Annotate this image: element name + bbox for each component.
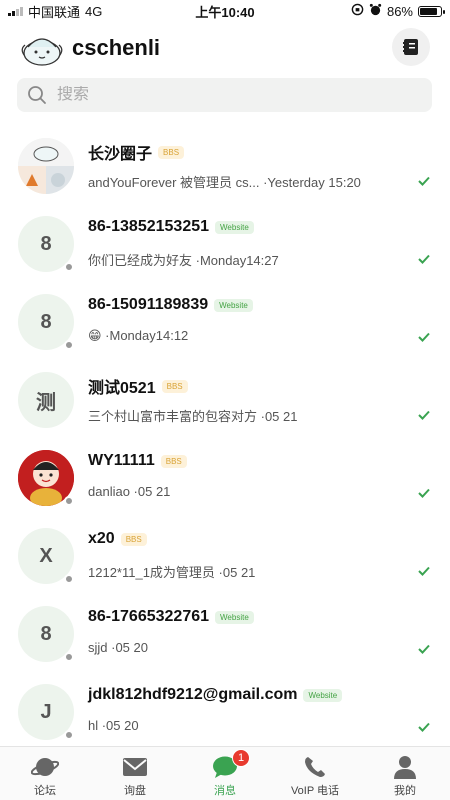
battery-icon xyxy=(418,5,445,17)
conversation-title: 86-15091189839 xyxy=(88,296,209,313)
read-check-icon xyxy=(418,566,430,576)
source-tag: Website xyxy=(215,220,254,234)
read-check-icon xyxy=(418,410,430,420)
presence-dot xyxy=(64,730,74,740)
app-header: cschenli xyxy=(0,24,450,72)
read-check-icon xyxy=(418,254,430,264)
conversation-title: 测试0521 xyxy=(88,380,156,397)
person-icon xyxy=(394,756,416,779)
conversation-item[interactable]: 测 测试0521 BBS 三个村山富市丰富的包容对方 ·05 21 xyxy=(0,360,450,438)
status-bar: 中国联通 4G 上午10:40 86% xyxy=(0,0,450,22)
tab-profile[interactable]: 我的 xyxy=(360,747,450,800)
read-check-icon xyxy=(418,722,430,732)
tab-label: 论坛 xyxy=(34,785,56,797)
presence-dot xyxy=(64,574,74,584)
conversation-preview: andYouForever 被管理员 cs... ·Yesterday 15:2… xyxy=(88,175,361,190)
conversation-item[interactable]: WY11111 BBS danliao ·05 21 xyxy=(0,438,450,516)
tab-label: VoIP 电话 xyxy=(290,785,340,797)
letter-avatar: 测 xyxy=(18,372,74,428)
tab-label: 我的 xyxy=(394,785,416,797)
group-avatar-image xyxy=(18,138,74,194)
conversation-item[interactable]: 长沙圈子 BBS andYouForever 被管理员 cs... ·Yeste… xyxy=(0,126,450,204)
conversation-name: 86-17665322761 Website xyxy=(88,608,254,626)
status-left: 中国联通 4G xyxy=(8,2,102,21)
battery-percent: 86% xyxy=(386,3,413,19)
network-label: 4G xyxy=(85,3,103,19)
group-avatar xyxy=(18,138,74,194)
conversation-preview: 三个村山富市丰富的包容对方 ·05 21 xyxy=(88,409,298,424)
tab-label: 询盘 xyxy=(124,785,146,797)
page-title: cschenli xyxy=(72,35,161,60)
phone-icon xyxy=(305,757,325,777)
read-check-icon xyxy=(418,644,430,654)
search-icon xyxy=(28,86,46,104)
bottom-tab-bar: 论坛 询盘 1 消息 VoIP 电话 我的 xyxy=(0,746,450,800)
mascot-logo-icon xyxy=(21,38,63,66)
conversation-name: 86-15091189839 Website xyxy=(88,296,253,314)
tab-inquiry[interactable]: 询盘 xyxy=(90,747,180,800)
conversation-title: WY11111 xyxy=(88,452,155,469)
conversation-item[interactable]: J jdkl812hdf9212@gmail.com Website hl ·0… xyxy=(0,672,450,746)
conversation-name: 长沙圈子 BBS xyxy=(88,140,185,164)
conversation-name: 86-13852153251 Website xyxy=(88,218,254,236)
read-check-icon xyxy=(418,176,430,186)
conversation-name: WY11111 BBS xyxy=(88,452,187,470)
conversation-title: jdkl812hdf9212@gmail.com xyxy=(88,686,298,703)
conversation-item[interactable]: X x20 BBS 1212*11_1成为管理员 ·05 21 xyxy=(0,516,450,594)
conversation-title: 86-17665322761 xyxy=(88,608,210,625)
carrier-label: 中国联通 xyxy=(28,4,81,20)
conversation-name: x20 BBS xyxy=(88,530,147,548)
read-check-icon xyxy=(418,332,430,342)
status-right: 86% xyxy=(351,3,445,19)
tab-forum[interactable]: 论坛 xyxy=(0,747,90,800)
presence-dot xyxy=(64,652,74,662)
source-tag: BBS xyxy=(161,379,188,393)
alarm-icon xyxy=(369,3,382,19)
conversation-title: 86-13852153251 xyxy=(88,218,210,235)
source-tag: BBS xyxy=(160,454,187,468)
search-bar[interactable] xyxy=(17,78,432,112)
tab-voip[interactable]: VoIP 电话 xyxy=(270,747,360,800)
conversation-name: jdkl812hdf9212@gmail.com Website xyxy=(88,686,343,704)
conversation-preview: 😁 ·Monday14:12 xyxy=(88,328,189,343)
source-tag: Website xyxy=(214,298,253,312)
mail-icon xyxy=(123,758,147,776)
orientation-lock-icon xyxy=(351,3,364,19)
presence-dot xyxy=(64,496,74,506)
conversation-preview: hl ·05 20 xyxy=(88,718,139,733)
read-check-icon xyxy=(418,488,430,498)
conversation-preview: 你们已经成为好友 ·Monday14:27 xyxy=(88,253,279,268)
source-tag: Website xyxy=(215,610,254,624)
conversation-preview: 1212*11_1成为管理员 ·05 21 xyxy=(88,565,256,580)
conversation-preview: danliao ·05 21 xyxy=(88,484,171,499)
contacts-button[interactable] xyxy=(392,28,430,66)
source-tag: Website xyxy=(303,688,343,702)
conversation-list[interactable]: 长沙圈子 BBS andYouForever 被管理员 cs... ·Yeste… xyxy=(0,126,450,746)
presence-dot xyxy=(64,340,74,350)
planet-icon xyxy=(31,758,59,776)
tab-messages[interactable]: 1 消息 xyxy=(180,747,270,800)
conversation-item[interactable]: 8 86-17665322761 Website sjjd ·05 20 xyxy=(0,594,450,672)
signal-icon xyxy=(8,6,23,16)
conversation-title: x20 xyxy=(88,530,115,547)
conversation-name: 测试0521 BBS xyxy=(88,374,188,398)
tab-label: 消息 xyxy=(214,785,236,797)
conversation-title: 长沙圈子 xyxy=(88,146,153,163)
presence-dot xyxy=(64,262,74,272)
conversation-item[interactable]: 8 86-15091189839 Website 😁 ·Monday14:12 xyxy=(0,282,450,360)
source-tag: BBS xyxy=(158,145,185,159)
conversation-item[interactable]: 8 86-13852153251 Website 你们已经成为好友 ·Monda… xyxy=(0,204,450,282)
unread-badge: 1 xyxy=(232,749,250,767)
search-input[interactable] xyxy=(57,86,397,104)
address-book-icon xyxy=(403,39,418,55)
conversation-preview: sjjd ·05 20 xyxy=(88,640,148,655)
source-tag: BBS xyxy=(120,532,147,546)
